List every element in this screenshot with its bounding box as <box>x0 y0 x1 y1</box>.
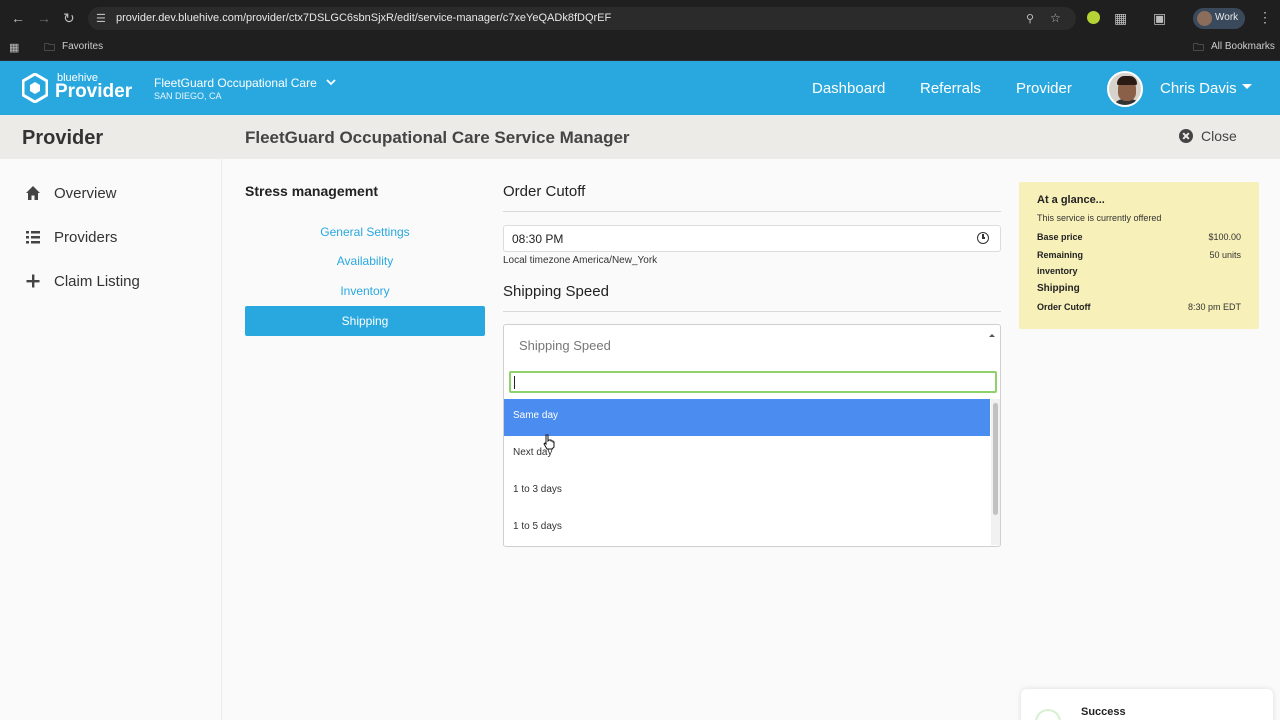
apps-grid-icon[interactable]: ▦ <box>9 41 19 55</box>
glance-order-cutoff-value: 8:30 pm EDT <box>1187 302 1241 312</box>
avatar-hair <box>1117 76 1137 85</box>
close-circle-icon <box>1179 129 1193 143</box>
folder-icon: 🗀 <box>44 42 55 54</box>
option-1-to-3-days[interactable]: 1 to 3 days <box>504 473 990 510</box>
sidebar-item-overview[interactable]: Overview <box>0 179 222 209</box>
profile-avatar <box>1197 11 1212 26</box>
shipping-speed-select[interactable]: Shipping Speed Same day Next day 1 to 3 … <box>503 324 1001 547</box>
org-location: SAN DIEGO, CA <box>154 91 222 101</box>
list-icon <box>26 231 40 244</box>
browser-toolbar: ← → ↻ ☰ provider.dev.bluehive.com/provid… <box>0 0 1280 36</box>
back-arrow-icon[interactable]: ← <box>11 11 25 25</box>
select-search-input[interactable] <box>509 371 997 393</box>
bluehive-logo-icon[interactable] <box>22 73 48 103</box>
glance-order-cutoff-label: Order Cutoff <box>1037 302 1091 312</box>
puzzle-icon[interactable]: ▦ <box>1114 11 1127 25</box>
tab-availability[interactable]: Availability <box>245 246 485 276</box>
nav-dashboard[interactable]: Dashboard <box>812 80 885 97</box>
option-next-day[interactable]: Next day <box>504 436 990 473</box>
user-name[interactable]: Chris Davis <box>1160 80 1237 97</box>
home-icon <box>26 186 40 200</box>
sidebar-item-claim-listing[interactable]: Claim Listing <box>0 267 222 297</box>
address-bar[interactable]: ☰ provider.dev.bluehive.com/provider/ctx… <box>88 7 1076 30</box>
extension-icon[interactable] <box>1087 11 1100 24</box>
glance-subtitle: This service is currently offered <box>1037 213 1162 223</box>
sidebar-item-label: Overview <box>54 185 117 202</box>
main-header: FleetGuard Occupational Care Service Man… <box>222 115 1280 159</box>
hand-cursor-icon <box>543 434 555 450</box>
caret-up-icon[interactable] <box>989 334 995 337</box>
profile-button[interactable]: Work <box>1193 8 1245 29</box>
base-price-value: $100.00 <box>1208 232 1241 242</box>
sidebar: Overview Providers Claim Listing <box>0 159 222 720</box>
site-settings-icon[interactable]: ☰ <box>96 12 106 26</box>
nav-referrals[interactable]: Referrals <box>920 80 981 97</box>
avatar[interactable] <box>1107 71 1143 107</box>
tab-general-settings[interactable]: General Settings <box>245 217 485 247</box>
profile-label: Work <box>1215 12 1239 23</box>
url-text: provider.dev.bluehive.com/provider/ctx7D… <box>116 12 612 24</box>
folder-icon: 🗀 <box>1193 42 1204 54</box>
option-1-to-5-days[interactable]: 1 to 5 days <box>504 510 990 547</box>
order-cutoff-value: 08:30 PM <box>512 232 564 246</box>
bookmark-favorites[interactable]: Favorites <box>62 41 103 52</box>
toast-title: Success <box>1081 706 1126 718</box>
bookmark-all[interactable]: All Bookmarks <box>1211 41 1275 52</box>
success-icon <box>1035 709 1061 720</box>
page-title: FleetGuard Occupational Care Service Man… <box>245 128 630 147</box>
key-icon[interactable]: ⚲ <box>1026 12 1034 26</box>
glance-card: At a glance... This service is currently… <box>1019 182 1259 329</box>
base-price-label: Base price <box>1037 232 1083 242</box>
option-same-day[interactable]: Same day <box>504 399 990 436</box>
org-name[interactable]: FleetGuard Occupational Care <box>154 76 317 90</box>
remaining-value: 50 units <box>1209 250 1241 260</box>
reload-icon[interactable]: ↻ <box>63 11 75 25</box>
close-label: Close <box>1201 128 1237 144</box>
scrollbar-thumb[interactable] <box>993 403 998 515</box>
plus-icon <box>26 274 40 288</box>
sidebar-header: Provider <box>0 115 222 159</box>
timezone-note: Local timezone America/New_York <box>503 255 658 266</box>
sidebar-item-label: Claim Listing <box>54 273 140 290</box>
option-label: 1 to 5 days <box>513 521 562 532</box>
logo-big-text: Provider <box>55 81 133 102</box>
option-label: 1 to 3 days <box>513 484 562 495</box>
close-button[interactable]: Close <box>1178 127 1248 147</box>
tab-inventory[interactable]: Inventory <box>245 276 485 306</box>
service-name: Stress management <box>245 183 379 199</box>
option-label: Same day <box>513 410 559 421</box>
menu-dots-icon[interactable]: ⋮ <box>1258 10 1272 24</box>
sidebar-item-label: Providers <box>54 229 118 246</box>
shipping-speed-label: Shipping Speed <box>503 283 609 300</box>
section-divider <box>503 211 1001 212</box>
order-cutoff-input[interactable]: 08:30 PM <box>503 225 1001 252</box>
glance-title: At a glance... <box>1037 194 1105 206</box>
select-placeholder: Shipping Speed <box>519 338 611 353</box>
caret-down-icon[interactable] <box>1242 84 1252 89</box>
inventory-label: inventory <box>1037 266 1078 276</box>
sidepanel-icon[interactable]: ▣ <box>1153 11 1166 25</box>
forward-arrow-icon[interactable]: → <box>37 11 51 25</box>
section-divider <box>503 311 1001 312</box>
sidebar-item-providers[interactable]: Providers <box>0 223 222 253</box>
star-icon[interactable]: ☆ <box>1050 11 1061 25</box>
remaining-label: Remaining <box>1037 250 1084 260</box>
sidebar-title: Provider <box>22 127 104 149</box>
success-toast[interactable]: Success <box>1021 689 1273 720</box>
nav-provider[interactable]: Provider <box>1016 80 1072 97</box>
shipping-heading: Shipping <box>1037 283 1080 294</box>
order-cutoff-label: Order Cutoff <box>503 183 586 200</box>
app-header: bluehive Provider FleetGuard Occupationa… <box>0 61 1280 115</box>
tab-shipping[interactable]: Shipping <box>245 306 485 336</box>
bookmarks-bar: ▦ 🗀 Favorites 🗀 All Bookmarks <box>0 36 1280 61</box>
scrollbar[interactable] <box>991 399 1000 545</box>
chevron-down-icon[interactable] <box>325 76 337 88</box>
text-caret <box>514 376 515 389</box>
clock-icon[interactable] <box>977 232 989 244</box>
